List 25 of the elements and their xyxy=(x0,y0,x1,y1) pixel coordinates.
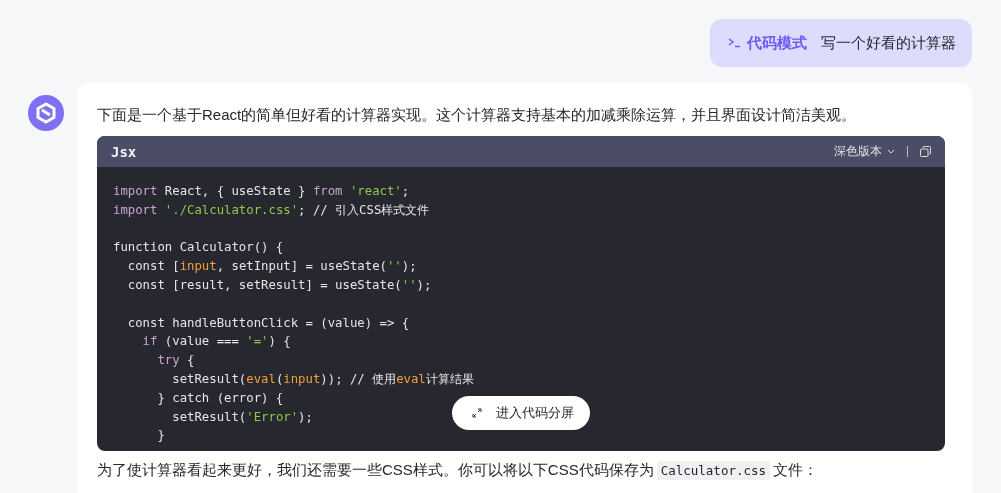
chevron-down-icon xyxy=(887,149,895,154)
answer-paragraph: 为了使计算器看起来更好，我们还需要一些CSS样式。你可以将以下CSS代码保存为 Calculator.css 文件： xyxy=(97,460,820,482)
expand-icon xyxy=(472,408,482,418)
code-line: if (value === '=') { xyxy=(141,333,291,351)
code-line: } xyxy=(156,427,165,445)
code-line: try { xyxy=(156,352,195,370)
mode-label: 代码模式 xyxy=(747,33,807,53)
code-line: import React, { useState } from 'react'; xyxy=(113,183,410,200)
split-screen-button[interactable]: 进入代码分屏 xyxy=(452,396,590,430)
code-line: import './Calculator.css'; // 引入CSS样式文件 xyxy=(113,201,430,219)
assistant-avatar-icon xyxy=(28,95,64,131)
code-line: const handleButtonClick = (value) => { xyxy=(126,314,410,332)
user-message-text: 写一个好看的计算器 xyxy=(821,33,956,53)
code-line: const [input, setInput] = useState(''); xyxy=(126,258,417,276)
code-line: setResult('Error'); xyxy=(171,408,313,426)
terminal-icon xyxy=(728,38,741,48)
code-line: const [result, setResult] = useState(''); xyxy=(126,277,432,294)
answer-paragraph: 下面是一个基于React的简单但好看的计算器实现。这个计算器支持基本的加减乘除运算，并且界面设计简洁美观。 xyxy=(97,105,858,125)
language-label: Jsx xyxy=(111,143,137,160)
theme-dropdown[interactable]: 深色版本 xyxy=(834,143,895,160)
code-line: function Calculator() { xyxy=(113,239,284,257)
code-line: } catch (error) { xyxy=(156,389,284,407)
code-line: setResult(eval(input)); // 使用eval计算结果 xyxy=(171,370,474,388)
inline-code: Calculator.css xyxy=(656,461,771,480)
copy-icon[interactable] xyxy=(920,146,931,157)
